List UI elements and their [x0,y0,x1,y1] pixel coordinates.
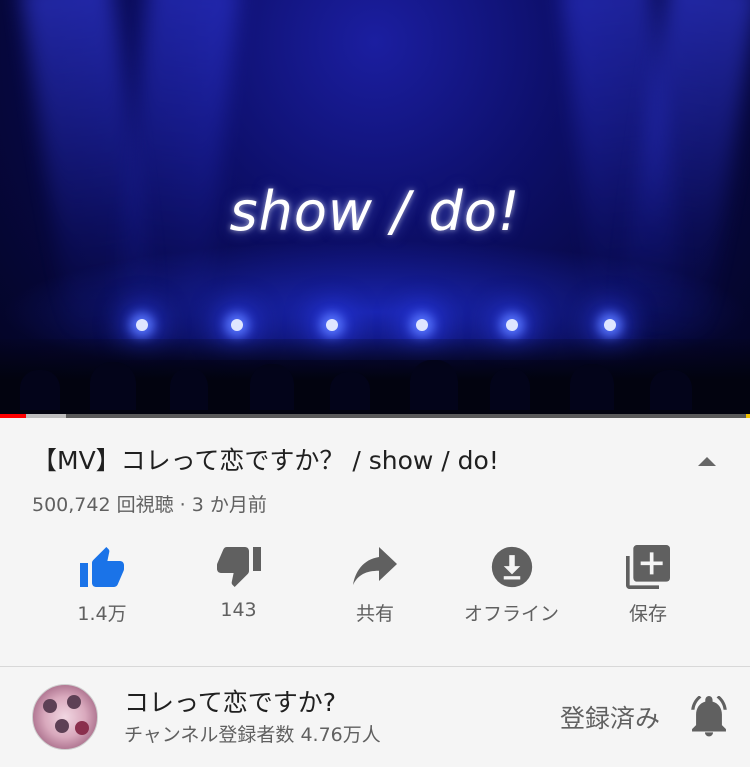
thumbs-up-icon [76,543,128,591]
subscriber-count: チャンネル登録者数 4.76万人 [124,723,381,746]
offline-label: オフライン [463,603,559,625]
thumbs-down-icon [213,543,265,591]
channel-avatar[interactable] [32,684,98,750]
stage-spotlight [136,319,148,331]
video-title: 【MV】コレって恋ですか？ / show / do! [32,446,499,475]
action-bar: 1.4万 143 共有 オフライン 保存 [42,543,708,626]
share-icon [349,543,401,591]
dislike-count: 143 [220,599,257,621]
download-button[interactable]: オフライン [452,543,572,626]
subscribed-button[interactable]: 登録済み [560,699,660,735]
save-button[interactable]: 保存 [588,543,708,626]
channel-row: コレって恋ですか? チャンネル登録者数 4.76万人 登録済み [0,667,750,767]
video-info: 【MV】コレって恋ですか？ / show / do! 500,742 回視聴 ·… [0,418,750,626]
download-icon [486,543,538,591]
like-count: 1.4万 [77,603,127,625]
video-overlay-title: show / do! [229,180,521,243]
like-button[interactable]: 1.4万 [42,543,162,626]
stage-spotlight [506,319,518,331]
video-player[interactable]: show / do! [0,0,750,418]
playlist-add-icon [622,543,674,591]
dislike-button[interactable]: 143 [179,543,299,626]
share-label: 共有 [355,603,394,625]
bell-icon[interactable] [688,696,730,738]
save-label: 保存 [628,603,667,625]
stage-spotlight [326,319,338,331]
share-button[interactable]: 共有 [315,543,435,626]
stage-spotlight [231,319,243,331]
chevron-up-icon[interactable] [698,456,716,466]
stage-spotlight [604,319,616,331]
crowd-silhouette [0,339,750,414]
video-meta: 500,742 回視聴 · 3 か月前 [32,494,267,516]
channel-name[interactable]: コレって恋ですか? [124,688,560,718]
stage-spotlight [416,319,428,331]
